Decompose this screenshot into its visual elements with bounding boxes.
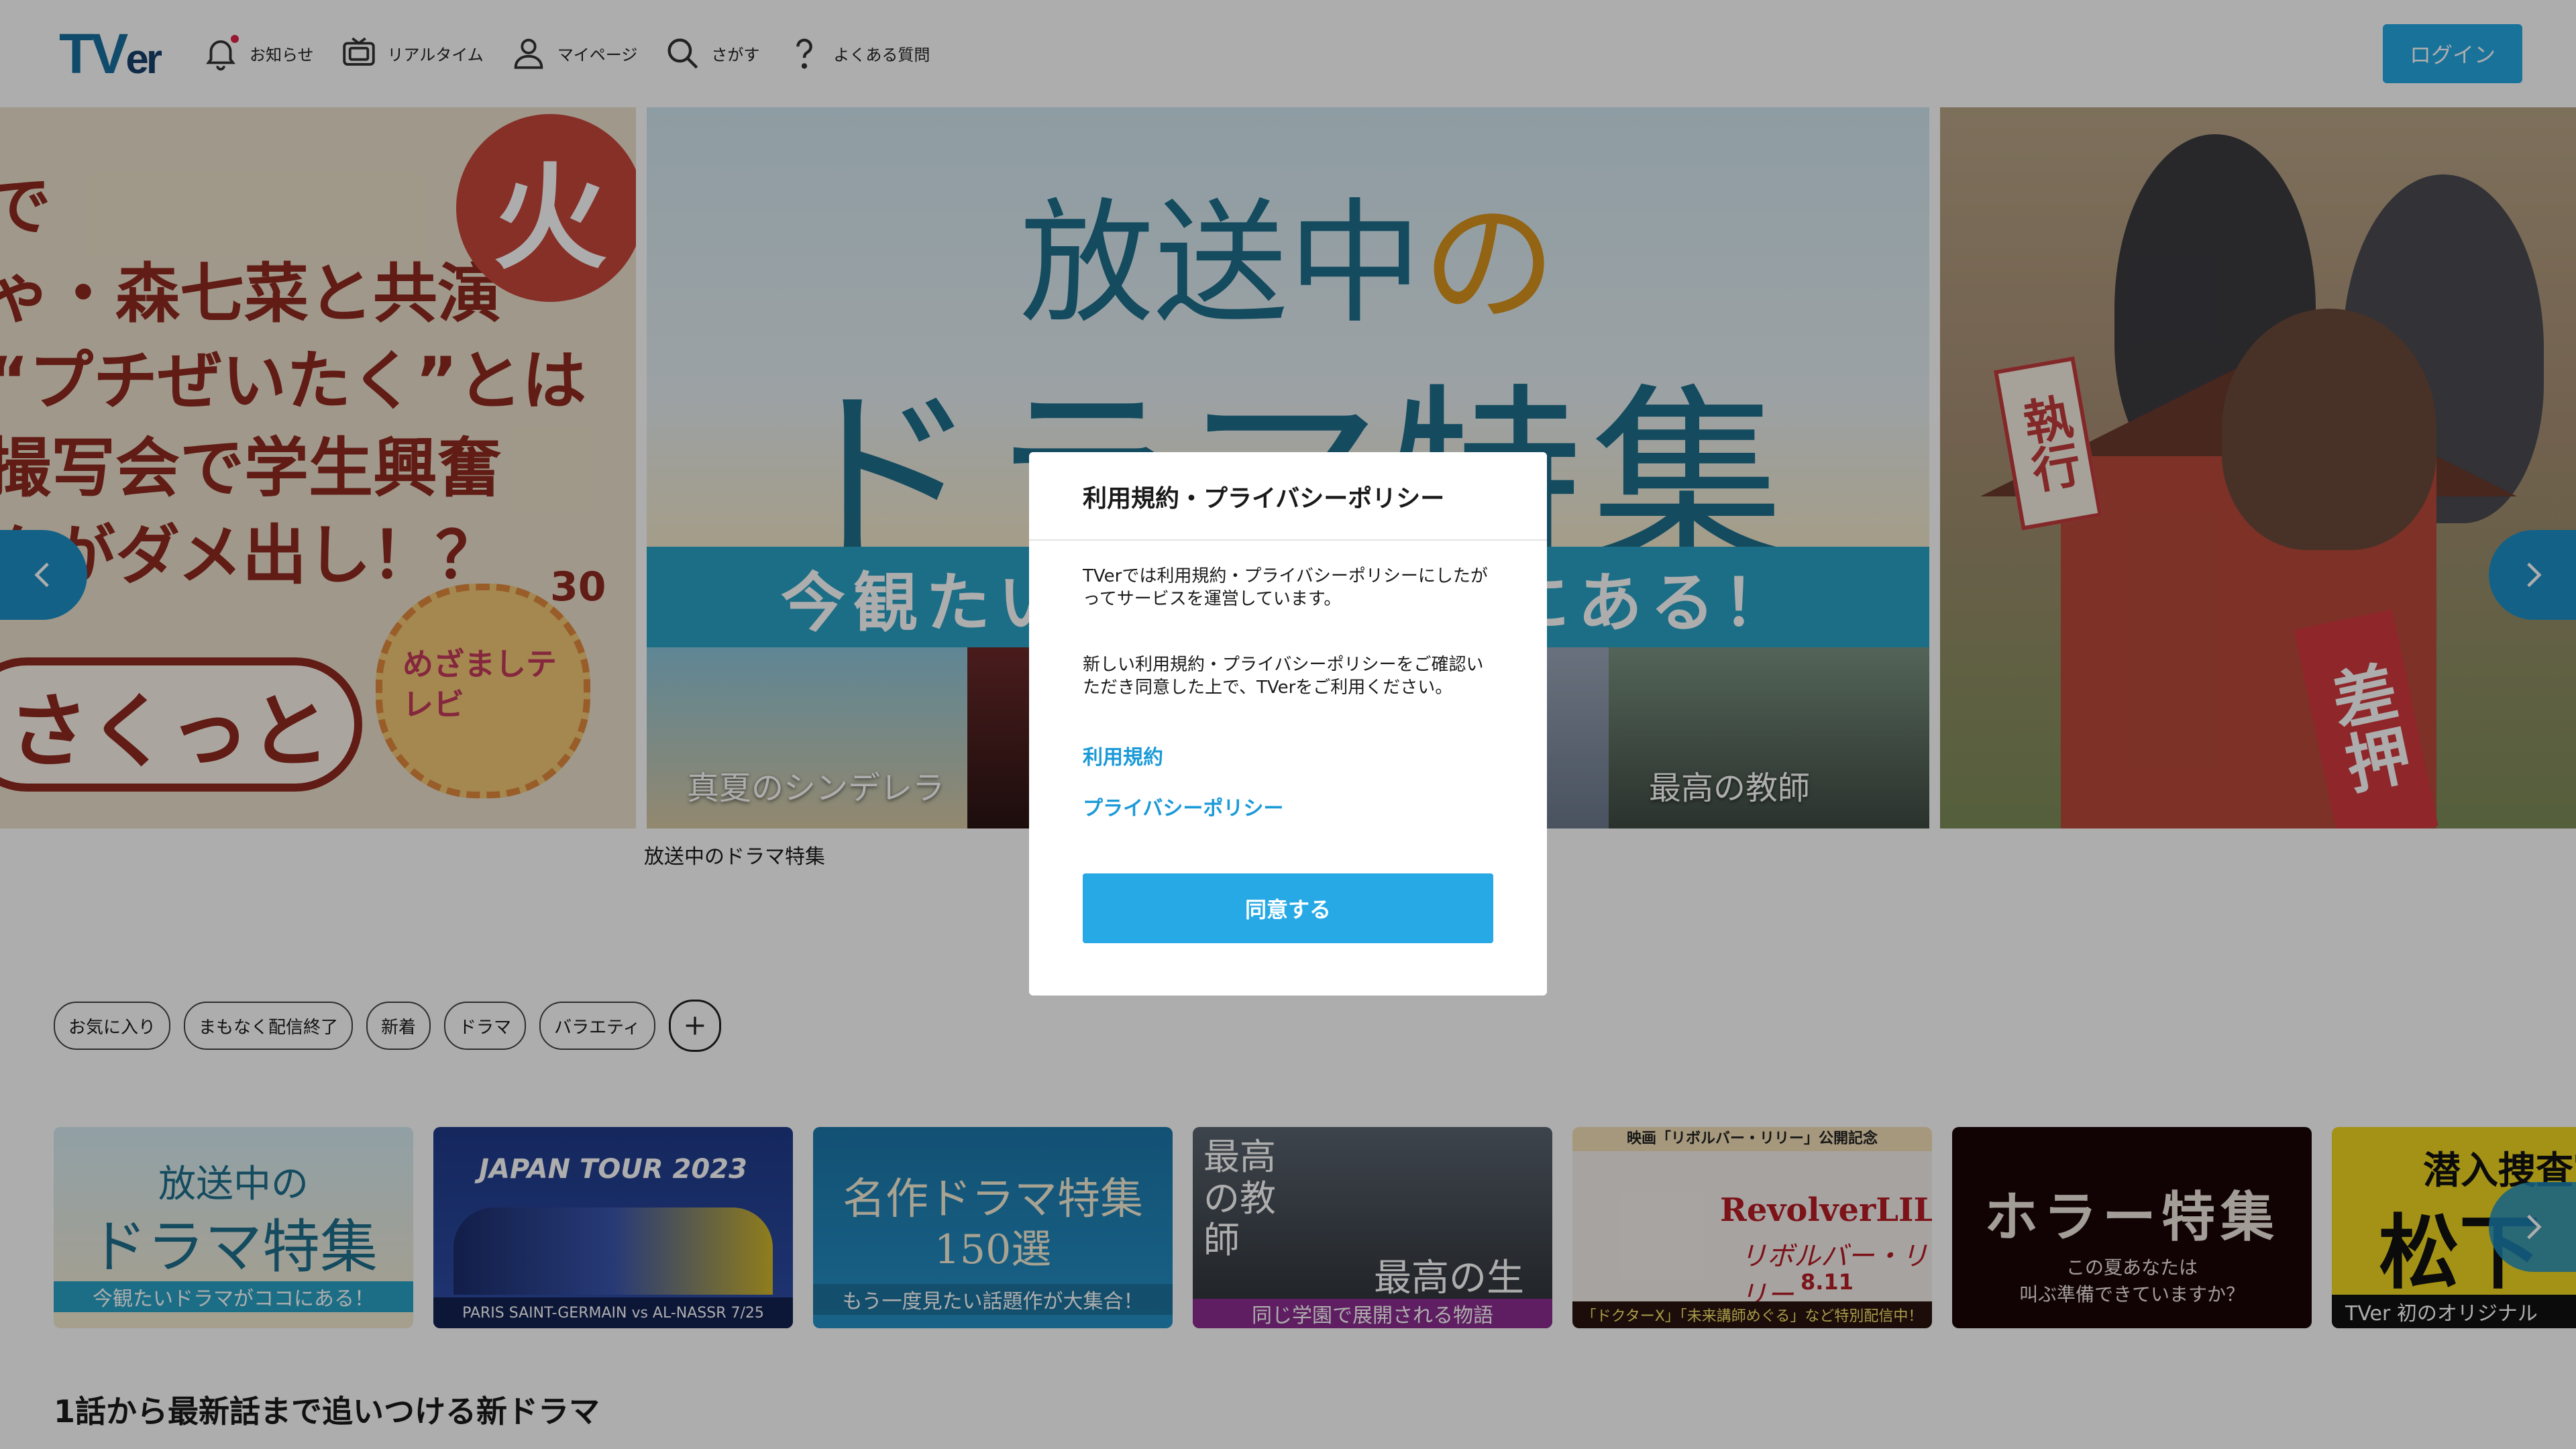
agree-button[interactable]: 同意する bbox=[1083, 873, 1493, 943]
terms-link[interactable]: 利用規約 bbox=[1083, 741, 1163, 770]
privacy-policy-link[interactable]: プライバシーポリシー bbox=[1083, 792, 1283, 821]
modal-title: 利用規約・プライバシーポリシー bbox=[1083, 485, 1445, 513]
modal-paragraph: 新しい利用規約・プライバシーポリシーをご確認いただき同意した上で、TVerをご利… bbox=[1083, 655, 1484, 698]
modal-divider bbox=[1029, 539, 1547, 541]
modal-paragraph: TVerでは利用規約・プライバシーポリシーにしたがってサービスを運営しています。 bbox=[1083, 566, 1488, 609]
terms-privacy-modal: 利用規約・プライバシーポリシー TVerでは利用規約・プライバシーポリシーにした… bbox=[1029, 452, 1547, 996]
